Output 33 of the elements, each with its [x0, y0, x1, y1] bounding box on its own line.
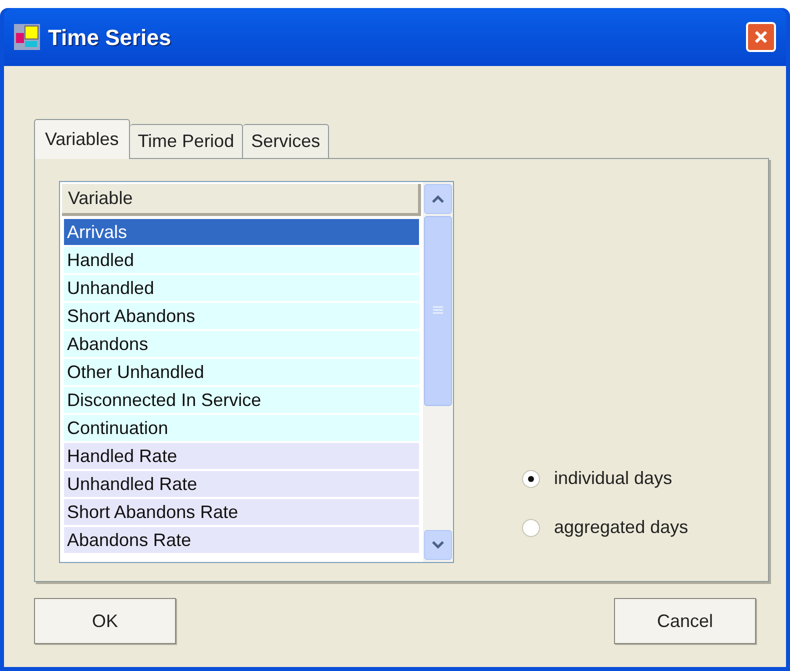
window-title: Time Series: [48, 24, 172, 52]
list-item[interactable]: Short Abandons Rate: [64, 499, 419, 525]
radio-label: individual days: [554, 467, 672, 490]
close-button[interactable]: [746, 22, 776, 52]
list-item[interactable]: Abandons Rate: [64, 527, 419, 553]
scroll-up-button[interactable]: [424, 184, 452, 214]
list-item[interactable]: Short Abandons: [64, 303, 419, 329]
list-item[interactable]: Unhandled: [64, 275, 419, 301]
list-item[interactable]: Other Unhandled: [64, 359, 419, 385]
close-icon: [753, 29, 769, 45]
chevron-up-icon: [432, 195, 444, 203]
column-header: Variable: [62, 184, 421, 216]
radio-label: aggregated days: [554, 516, 688, 539]
list-item[interactable]: Handled Rate: [64, 443, 419, 469]
scroll-down-button[interactable]: [424, 530, 452, 560]
dialog-button[interactable]: OK: [34, 598, 176, 644]
grip-icon: [432, 306, 444, 316]
tab[interactable]: Variables: [34, 119, 130, 159]
scroll-thumb[interactable]: [424, 216, 452, 406]
chevron-down-icon: [432, 541, 444, 549]
tab[interactable]: Time Period: [130, 124, 244, 158]
app-icon: [14, 24, 40, 50]
list-item[interactable]: Handled: [64, 247, 419, 273]
list-item[interactable]: Continuation: [64, 415, 419, 441]
list-item[interactable]: Unhandled Rate: [64, 471, 419, 497]
radio-button[interactable]: [522, 518, 540, 536]
scrollbar[interactable]: [423, 182, 453, 562]
list-item[interactable]: Disconnected In Service: [64, 387, 419, 413]
radio-button[interactable]: [522, 470, 540, 488]
list-item[interactable]: Arrivals: [64, 219, 419, 245]
tab[interactable]: Services: [243, 124, 330, 158]
list-item[interactable]: Abandons: [64, 331, 419, 357]
dialog-button[interactable]: Cancel: [614, 598, 756, 644]
